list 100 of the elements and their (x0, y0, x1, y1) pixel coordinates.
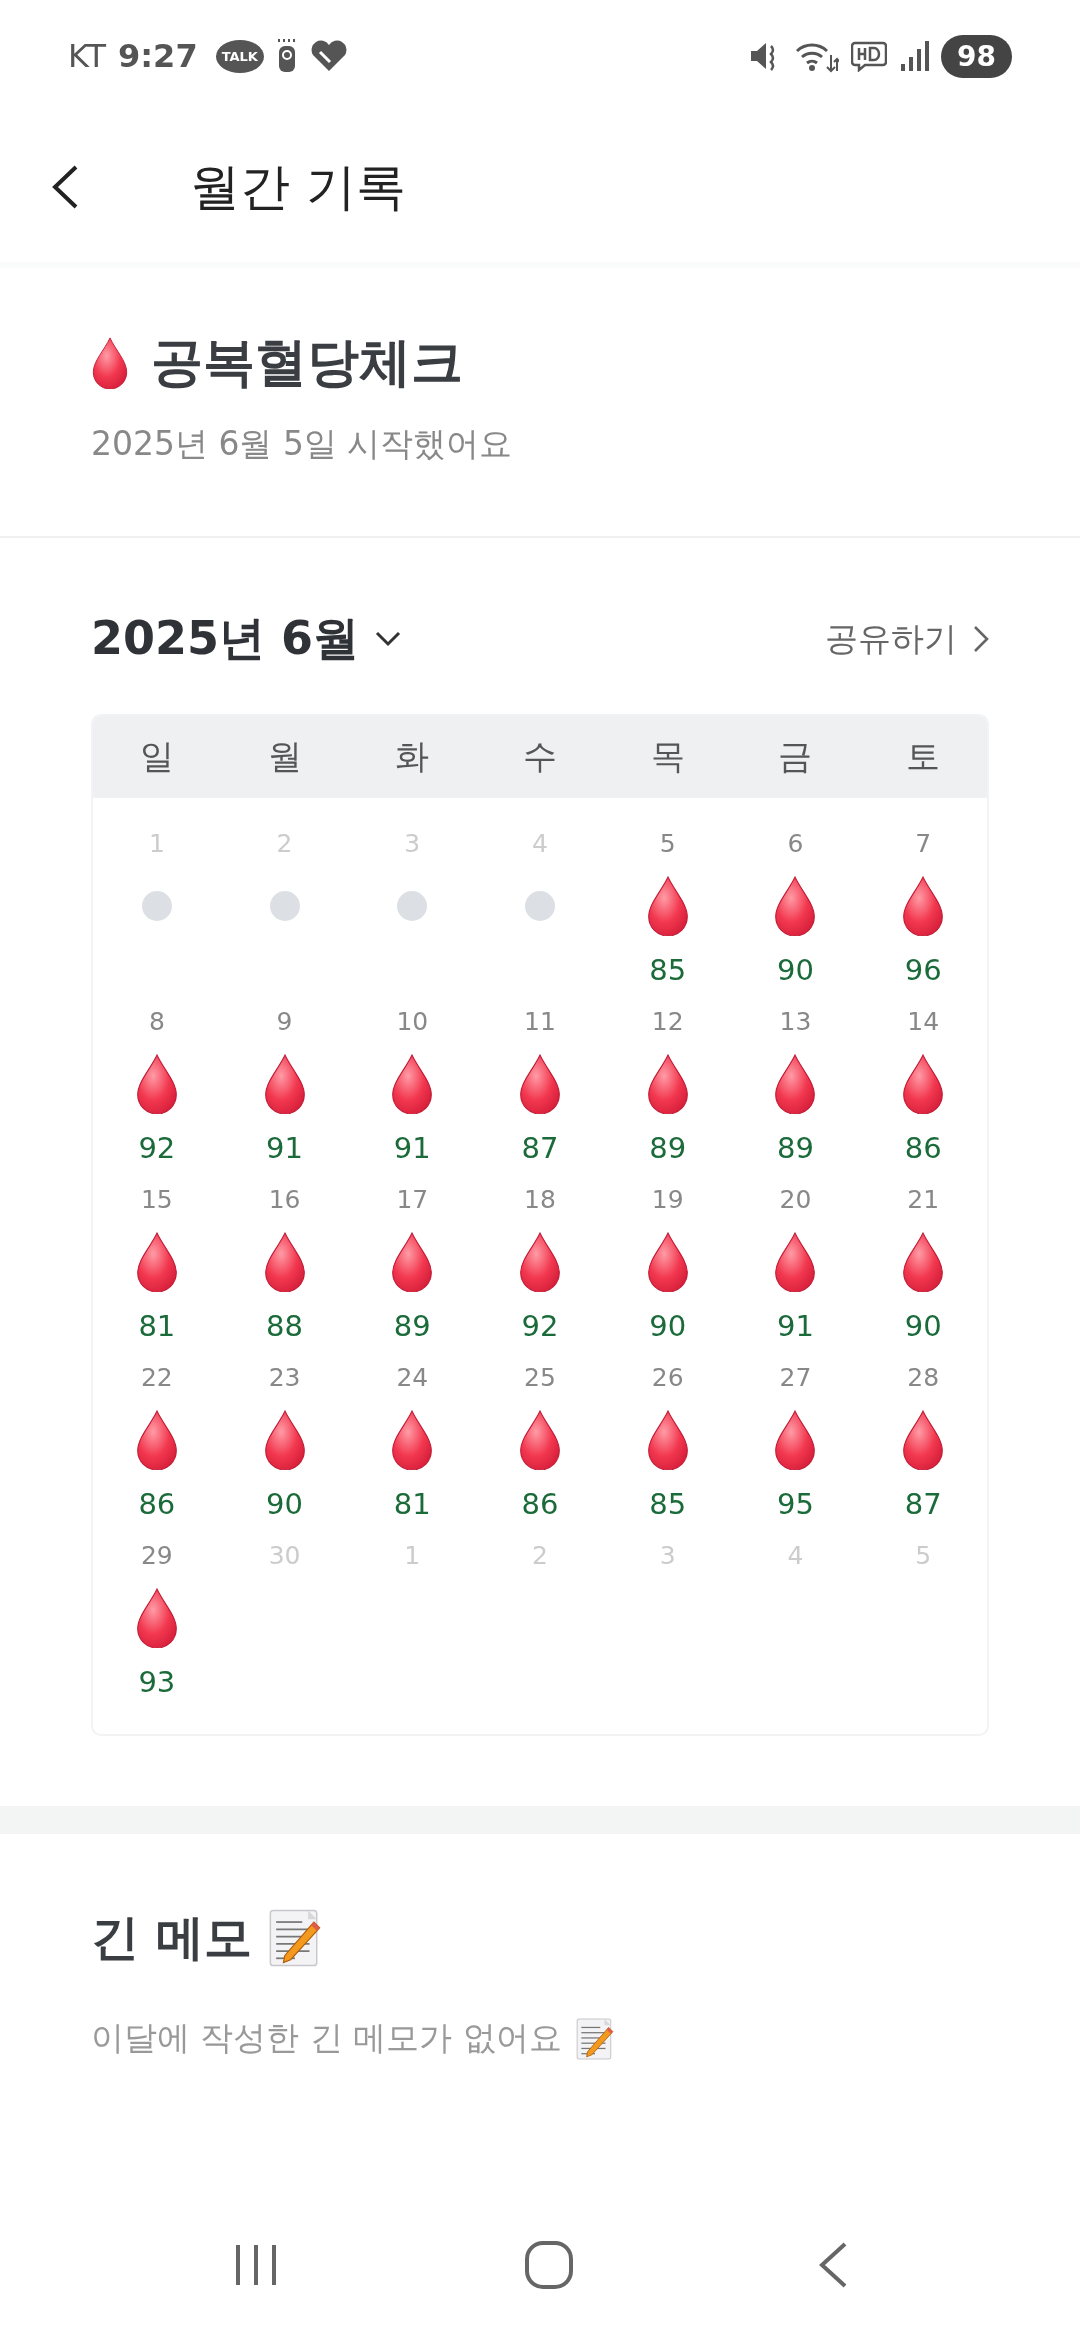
device-icon (275, 39, 298, 73)
blood-drop-icon (91, 337, 129, 389)
blood-drop-icon (773, 1054, 818, 1114)
empty-dot (141, 891, 172, 921)
glucose-value: 90 (904, 1309, 942, 1343)
blood-drop-icon (645, 1232, 690, 1292)
glucose-value: 81 (138, 1309, 176, 1343)
glucose-value: 86 (904, 1131, 942, 1165)
blood-drop-icon (134, 1588, 179, 1648)
weekday-label: 금 (777, 735, 814, 778)
blood-drop-icon (901, 876, 946, 936)
weekday-label: 수 (522, 735, 558, 778)
blood-drop-icon (518, 1232, 562, 1292)
day-number: 7 (915, 828, 932, 860)
blood-drop-icon (134, 1054, 179, 1114)
home-icon (524, 2240, 574, 2290)
day-number: 9 (276, 1006, 293, 1038)
day-number: 22 (140, 1362, 173, 1394)
blood-drop-icon (901, 1410, 946, 1470)
carrier-text: KT (68, 37, 107, 75)
glucose-value: 90 (776, 953, 814, 987)
day-number: 5 (659, 828, 676, 860)
start-date-text: 2025년 6월 5일 시작했어요 (91, 423, 514, 465)
glucose-value: 92 (138, 1131, 176, 1165)
blood-drop-icon (390, 1054, 435, 1114)
weekday-label: 일 (138, 735, 175, 778)
day-number: 12 (651, 1006, 684, 1038)
day-number: 14 (907, 1006, 940, 1038)
back-icon (818, 2241, 848, 2289)
blood-drop-icon (773, 876, 818, 936)
day-number: 20 (779, 1184, 812, 1216)
day-number: 29 (140, 1540, 173, 1572)
blood-drop-icon (645, 1054, 690, 1114)
blood-drop-icon (134, 1410, 179, 1470)
day-number: 8 (148, 1006, 165, 1038)
glucose-value: 93 (138, 1665, 176, 1699)
heart-icon (309, 40, 348, 72)
empty-dot (397, 891, 428, 921)
day-number: 15 (140, 1184, 173, 1216)
chevron-down-icon (375, 631, 402, 647)
glucose-value: 95 (776, 1487, 814, 1521)
section-title: 긴 메모 (91, 1908, 252, 1967)
glucose-value: 90 (266, 1487, 303, 1521)
glucose-value: 89 (649, 1131, 687, 1165)
blood-drop-icon (518, 1054, 562, 1114)
day-number: 19 (651, 1184, 684, 1216)
battery-level: 98 (941, 34, 1012, 78)
day-number: 28 (907, 1362, 940, 1394)
weekday-label: 월 (266, 735, 303, 778)
day-number: 26 (651, 1362, 684, 1394)
hd-icon (851, 40, 888, 72)
empty-dot (525, 891, 555, 921)
glucose-value: 87 (521, 1131, 559, 1165)
blood-drop-icon (262, 1410, 307, 1470)
glucose-value: 96 (904, 953, 942, 987)
blood-drop-icon (262, 1232, 307, 1292)
glucose-value: 92 (521, 1309, 559, 1343)
day-number: 18 (524, 1184, 556, 1216)
glucose-value: 85 (649, 953, 687, 987)
day-number: 23 (268, 1362, 301, 1394)
glucose-value: 89 (393, 1309, 431, 1343)
blood-drop-icon (390, 1232, 435, 1292)
back-button[interactable] (50, 164, 80, 210)
glucose-value: 89 (776, 1131, 814, 1165)
blood-drop-icon (773, 1232, 818, 1292)
glucose-value: 86 (521, 1487, 559, 1521)
signal-icon (899, 40, 930, 72)
day-number: 6 (787, 828, 804, 860)
glucose-value: 91 (266, 1131, 303, 1165)
glucose-value: 91 (393, 1131, 431, 1165)
month-selector[interactable]: 2025년 6월 (91, 608, 402, 670)
blood-drop-icon (645, 1410, 690, 1470)
weekday-label: 목 (649, 735, 686, 778)
page-title: 월간 기록 (190, 156, 406, 218)
day-number: 17 (396, 1184, 429, 1216)
share-link[interactable]: 공유하기 (825, 616, 989, 662)
glucose-value: 86 (138, 1487, 176, 1521)
glucose-value: 81 (393, 1487, 431, 1521)
blood-drop-icon (390, 1410, 435, 1470)
chevron-right-icon (973, 625, 989, 653)
day-number: 11 (524, 1006, 556, 1038)
blood-drop-icon (773, 1410, 818, 1470)
clock-text: 9:27 (118, 37, 198, 75)
day-number: 25 (524, 1362, 556, 1394)
chat-bubble-icon: TALK (215, 39, 264, 73)
day-number: 21 (907, 1184, 940, 1216)
blood-drop-icon (262, 1054, 307, 1114)
empty-dot (269, 891, 300, 921)
blood-drop-icon (518, 1410, 562, 1470)
day-number: 24 (396, 1362, 429, 1394)
glucose-value: 90 (649, 1309, 687, 1343)
empty-message: 이달에 작성한 긴 메모가 없어요 (91, 2017, 562, 2059)
blood-drop-icon (901, 1054, 946, 1114)
day-number: 27 (779, 1362, 812, 1394)
day-number: 10 (396, 1006, 429, 1038)
blood-drop-icon (901, 1232, 946, 1292)
glucose-value: 87 (904, 1487, 942, 1521)
day-number: 13 (779, 1006, 812, 1038)
glucose-value: 91 (776, 1309, 814, 1343)
weekday-label: 토 (905, 735, 942, 778)
